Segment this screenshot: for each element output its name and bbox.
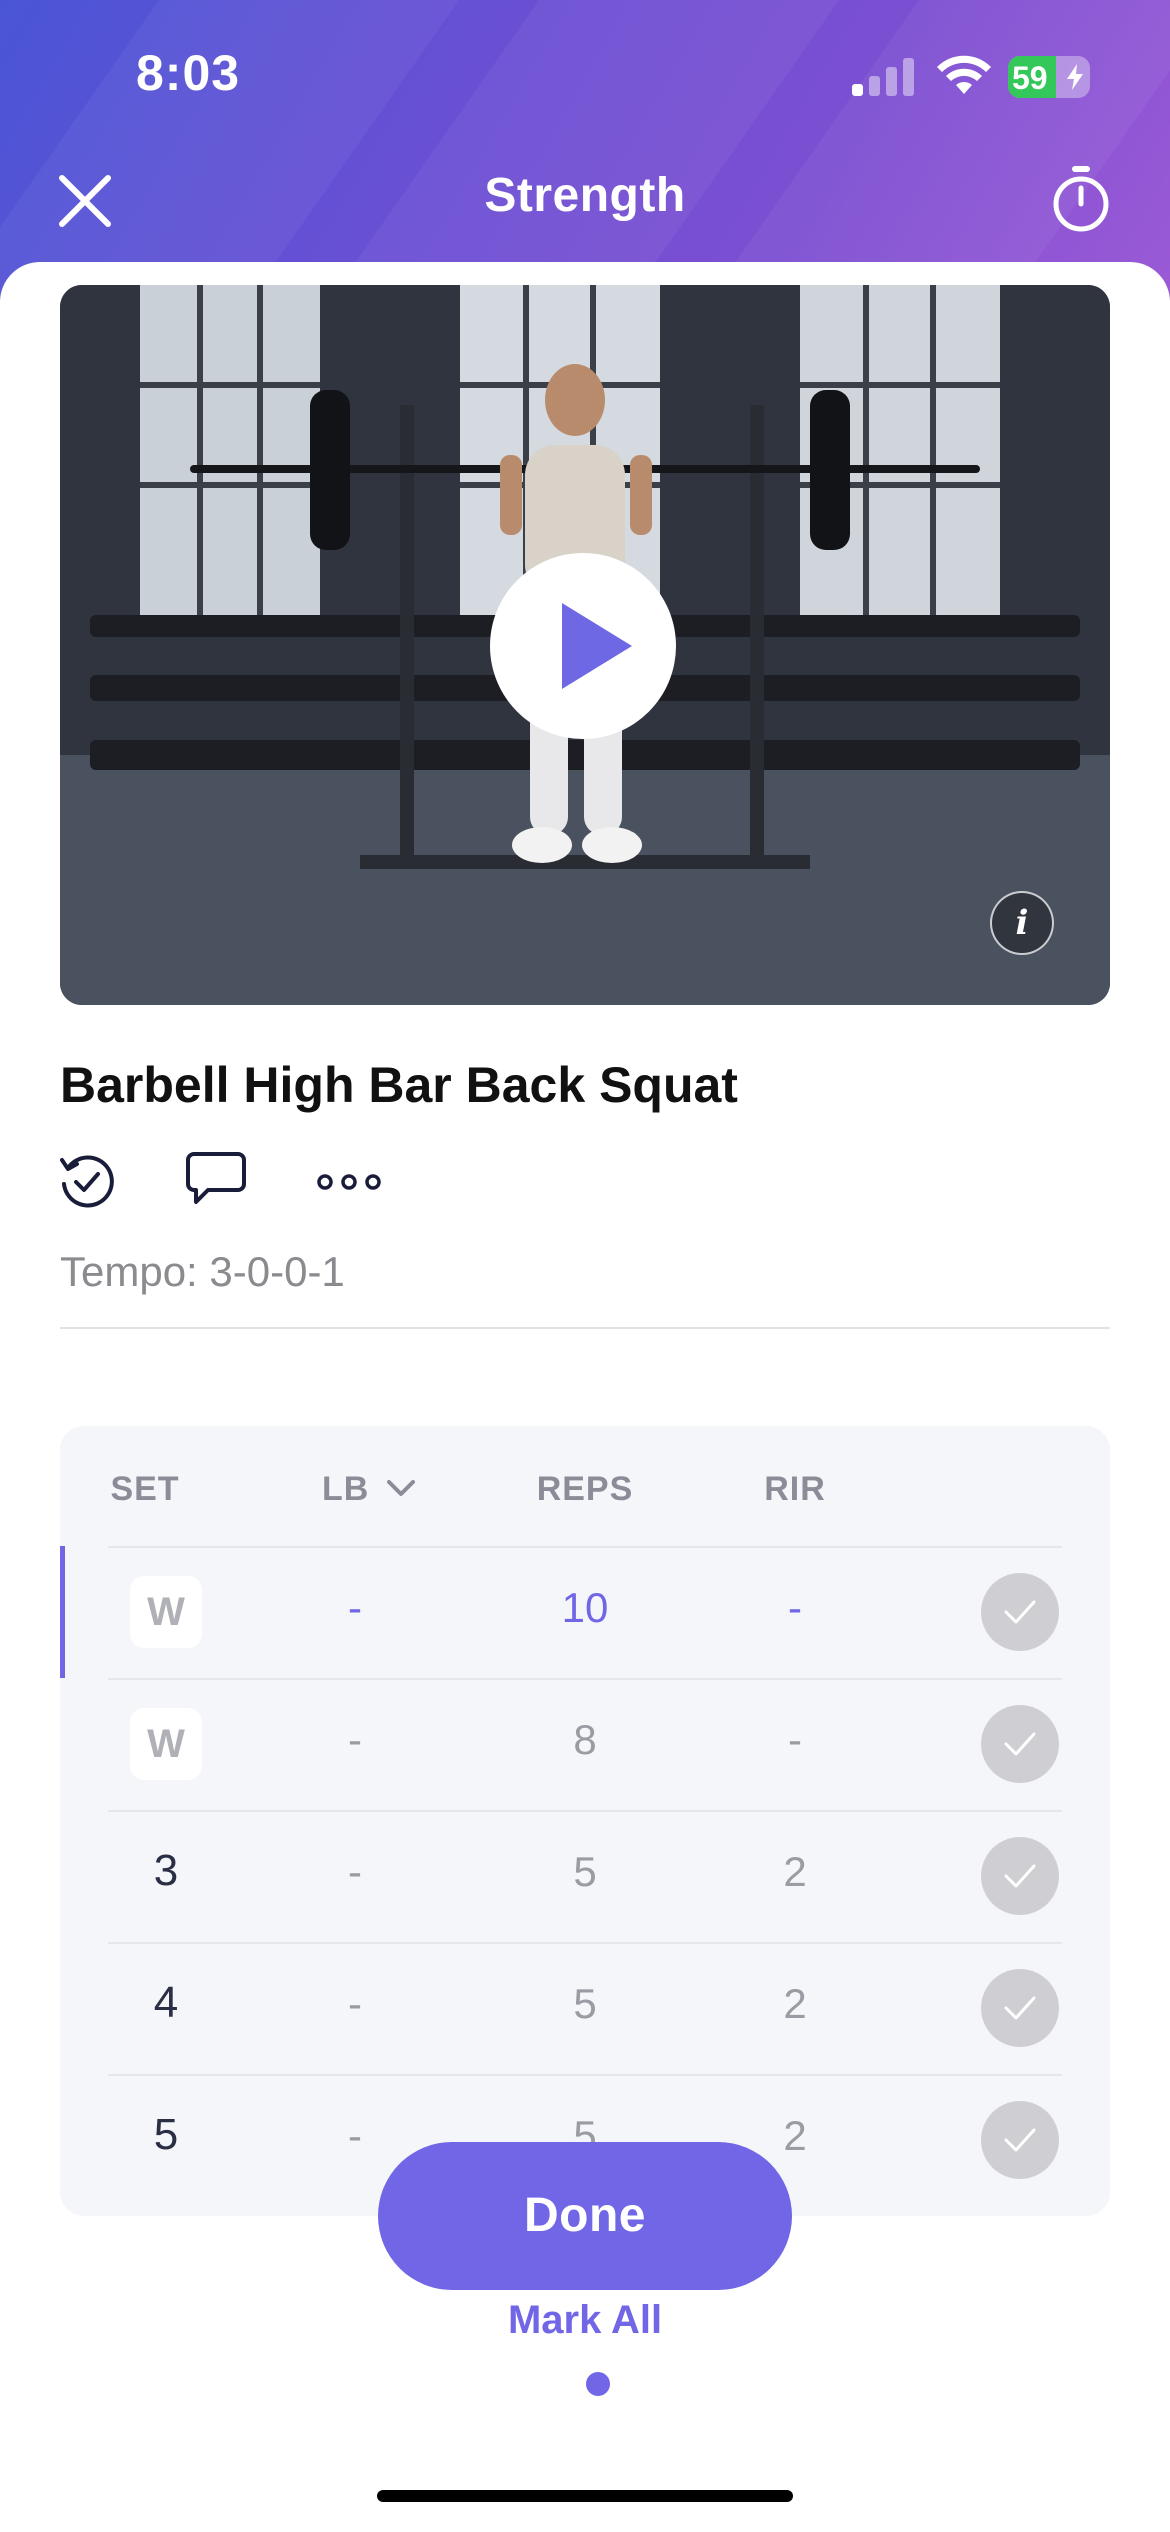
set-row[interactable]: W - 8 - — [60, 1678, 1110, 1810]
comment-icon[interactable] — [186, 1150, 246, 1206]
play-button[interactable] — [490, 553, 676, 739]
weight-input[interactable]: - — [310, 1716, 400, 1764]
reps-input[interactable]: 5 — [530, 1980, 640, 2028]
page-title: Strength — [484, 169, 686, 222]
complete-set-button[interactable] — [981, 1969, 1059, 2047]
rir-input[interactable]: 2 — [750, 1848, 840, 1896]
battery-level: 59 — [1012, 60, 1048, 96]
chevron-down-icon[interactable] — [386, 1478, 416, 1498]
page-indicator-dot — [586, 2372, 610, 2396]
column-header-rir: RIR — [764, 1470, 826, 1508]
info-button[interactable]: i — [990, 891, 1054, 955]
sets-table: SET LB REPS RIR W - 10 - W - 8 - 3 - 5 2 — [60, 1426, 1110, 2216]
column-header-set: SET — [110, 1470, 180, 1508]
mark-all-button[interactable]: Mark All — [0, 2298, 1170, 2343]
status-bar: 8:03 59 — [0, 0, 1170, 150]
check-icon — [1004, 1864, 1036, 1888]
wifi-icon — [937, 55, 991, 94]
play-icon — [562, 603, 632, 689]
weight-input[interactable]: - — [310, 1584, 400, 1632]
reps-input[interactable]: 8 — [530, 1716, 640, 1764]
exercise-actions — [58, 1150, 458, 1214]
reps-input[interactable]: 10 — [530, 1584, 640, 1632]
check-icon — [1004, 1600, 1036, 1624]
cellular-signal-icon — [852, 58, 914, 96]
weight-input[interactable]: - — [310, 1848, 400, 1896]
divider — [60, 1327, 1110, 1329]
exercise-title: Barbell High Bar Back Squat — [60, 1057, 738, 1113]
complete-set-button[interactable] — [981, 1573, 1059, 1651]
check-icon — [1004, 1996, 1036, 2020]
home-indicator — [377, 2490, 793, 2502]
rir-input[interactable]: 2 — [750, 2112, 840, 2160]
weight-input[interactable]: - — [310, 2112, 400, 2160]
rir-input[interactable]: - — [750, 1716, 840, 1764]
exercise-video[interactable]: i — [60, 285, 1110, 1005]
set-number: 5 — [153, 2110, 179, 2159]
status-time: 8:03 — [136, 45, 241, 101]
complete-set-button[interactable] — [981, 2101, 1059, 2179]
rir-input[interactable]: - — [750, 1584, 840, 1632]
complete-set-button[interactable] — [981, 1705, 1059, 1783]
battery-icon: 59 — [1008, 56, 1090, 98]
stopwatch-icon[interactable] — [1050, 164, 1112, 234]
column-header-weight[interactable]: LB — [322, 1470, 392, 1509]
set-number: W — [130, 1708, 202, 1780]
set-row[interactable]: 4 - 5 2 — [60, 1942, 1110, 2074]
nav-bar: Strength — [0, 150, 1170, 250]
set-number: 3 — [153, 1846, 179, 1895]
set-number: W — [130, 1576, 202, 1648]
more-options-icon[interactable] — [316, 1172, 382, 1192]
reps-input[interactable]: 5 — [530, 1848, 640, 1896]
set-row[interactable]: 3 - 5 2 — [60, 1810, 1110, 1942]
rir-input[interactable]: 2 — [750, 1980, 840, 2028]
check-icon — [1004, 1732, 1036, 1756]
tempo-label: Tempo: 3-0-0-1 — [60, 1248, 345, 1295]
weight-input[interactable]: - — [310, 1980, 400, 2028]
done-button[interactable]: Done — [378, 2142, 792, 2290]
check-icon — [1004, 2128, 1036, 2152]
weight-unit-label: LB — [322, 1470, 370, 1508]
history-check-icon[interactable] — [58, 1150, 114, 1210]
active-row-indicator — [60, 1546, 65, 1678]
column-header-reps: REPS — [536, 1470, 634, 1508]
set-row[interactable]: W - 10 - — [60, 1546, 1110, 1678]
complete-set-button[interactable] — [981, 1837, 1059, 1915]
set-number: 4 — [153, 1978, 179, 2027]
